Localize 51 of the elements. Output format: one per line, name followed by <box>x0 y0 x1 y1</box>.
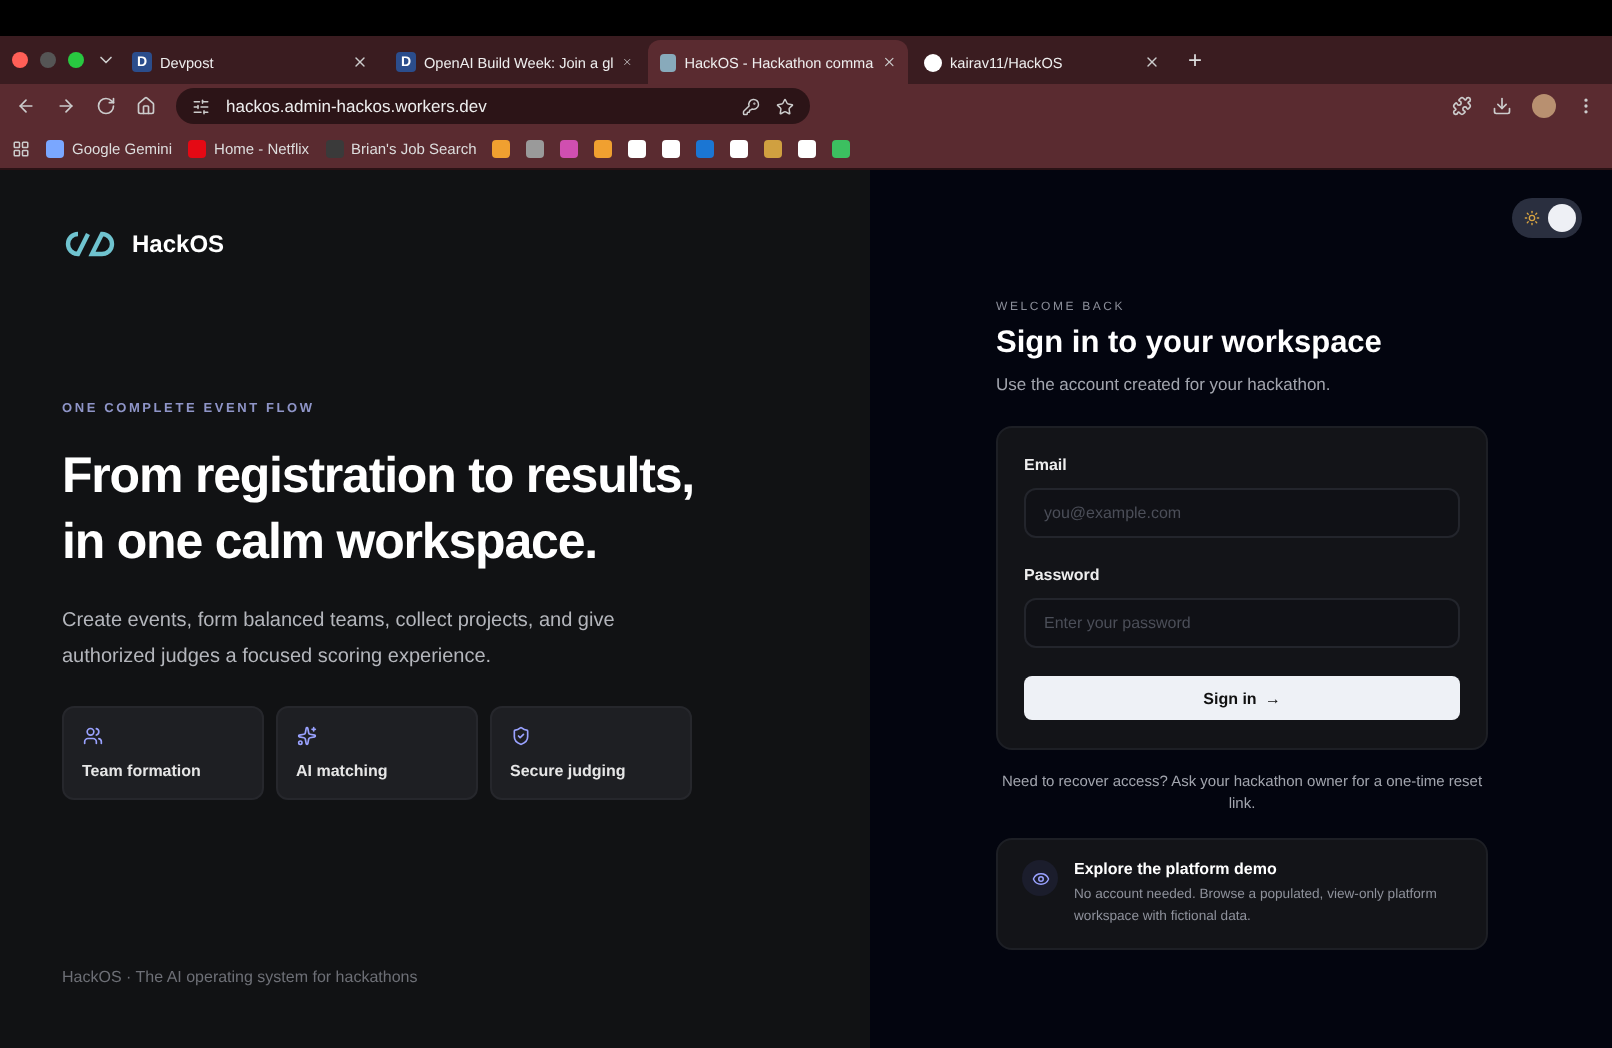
bookmark-icon[interactable] <box>594 139 613 157</box>
close-tab-icon[interactable] <box>881 54 896 70</box>
bookmark-icon[interactable] <box>662 139 681 157</box>
close-tab-icon[interactable] <box>352 54 368 70</box>
signin-heading: Sign in to your workspace <box>996 326 1384 362</box>
puzzle-icon[interactable] <box>1452 96 1472 116</box>
download-icon[interactable] <box>1492 96 1512 116</box>
feature-label: Secure judging <box>510 762 628 780</box>
footer-text: HackOS · The AI operating system for hackathons <box>62 968 420 986</box>
sparkles-icon <box>296 726 318 746</box>
close-window-icon[interactable] <box>12 52 28 68</box>
field-label: Email <box>1024 456 1069 474</box>
bookmark-icon[interactable] <box>730 139 749 157</box>
apps-icon[interactable] <box>12 139 30 157</box>
signin-subtitle: Use the account created for your hackathon. <box>996 374 1333 394</box>
logo-icon <box>62 230 118 258</box>
address-bar[interactable]: hackos.admin-hackos.workers.dev <box>176 88 810 124</box>
input-field[interactable]: Enter your password <box>1024 598 1460 648</box>
profile-avatar[interactable] <box>1532 94 1556 118</box>
tab-favicon <box>660 53 677 71</box>
close-tab-icon[interactable] <box>1144 54 1160 70</box>
hero-heading: From registration to results, in one calm workspace. <box>62 446 696 574</box>
tab-favicon <box>924 53 942 71</box>
bookmark-icon[interactable] <box>628 139 647 157</box>
close-tab-icon[interactable] <box>621 54 632 70</box>
bookmark-icon[interactable] <box>764 139 783 157</box>
site-settings-icon[interactable] <box>192 97 210 115</box>
input-field[interactable]: you@example.com <box>1024 488 1460 538</box>
field-label: Password <box>1024 566 1102 584</box>
sun-icon <box>1524 210 1540 226</box>
shield-check-icon <box>510 726 532 746</box>
demo-title: Explore the platform demo <box>1074 860 1279 878</box>
theme-toggle[interactable] <box>1512 198 1582 238</box>
feature-label: AI matching <box>296 762 390 780</box>
bookmark-icon[interactable] <box>832 139 851 157</box>
back-icon[interactable] <box>16 96 36 116</box>
signin-button[interactable]: Sign in → <box>1024 676 1460 720</box>
hero-description: Create events, form balanced teams, collect projects, and give authorized judges a focused scoring experience. <box>62 608 617 671</box>
new-tab-button[interactable]: + <box>1188 46 1203 74</box>
people-icon <box>82 726 104 746</box>
key-icon[interactable] <box>742 97 760 115</box>
reload-icon[interactable] <box>96 96 116 116</box>
zoom-window-icon[interactable] <box>68 52 84 68</box>
forward-icon[interactable] <box>56 96 76 116</box>
feature-label: Team formation <box>82 762 203 780</box>
bookmark-icon[interactable] <box>492 139 511 157</box>
bookmark-icon[interactable] <box>798 139 817 157</box>
brand-name: HackOS <box>132 230 225 258</box>
star-icon[interactable] <box>776 97 794 115</box>
eye-icon <box>1031 869 1049 887</box>
home-icon[interactable] <box>136 96 156 116</box>
